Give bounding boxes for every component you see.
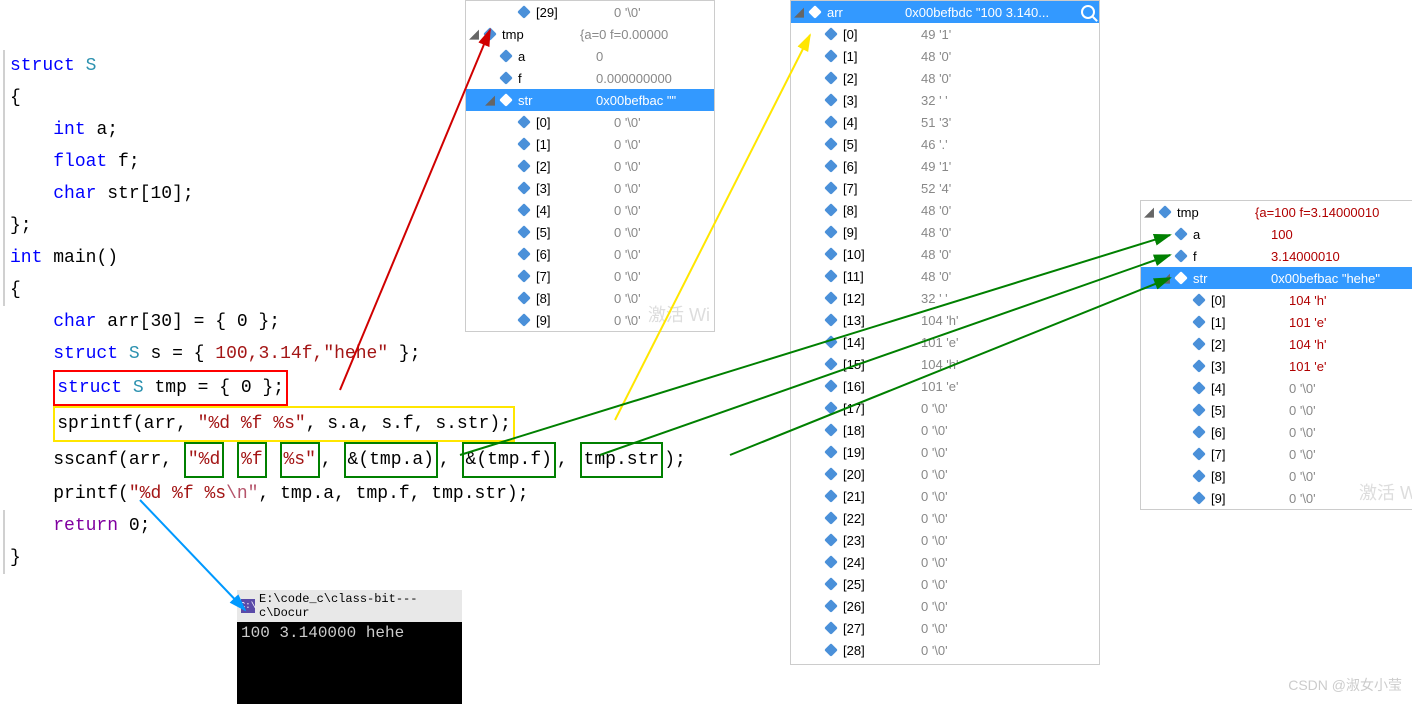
watch-row[interactable]: [18]0 '\0' (791, 419, 1099, 441)
watch-row[interactable]: [23]0 '\0' (791, 529, 1099, 551)
watch-row[interactable]: [6]0 '\0' (466, 243, 714, 265)
watch-row[interactable]: f0.000000000 (466, 67, 714, 89)
watch-row[interactable]: [1]48 '0' (791, 45, 1099, 67)
watch-row-tmp[interactable]: ◢tmp{a=0 f=0.00000 (466, 23, 714, 45)
highlight-tmp-a: &(tmp.a) (344, 442, 438, 478)
watch-row[interactable]: [26]0 '\0' (791, 595, 1099, 617)
watch-row[interactable]: [16]101 'e' (791, 375, 1099, 397)
watch-row[interactable]: [27]0 '\0' (791, 617, 1099, 639)
watch-row[interactable]: [29]0 '\0' (791, 661, 1099, 665)
watch-row[interactable]: f3.14000010 (1141, 245, 1412, 267)
console-window[interactable]: C:\E:\code_c\class-bit---c\Docur 100 3.1… (237, 590, 462, 704)
watch-row[interactable]: [3]0 '\0' (466, 177, 714, 199)
watch-row[interactable]: [12]32 ' ' (791, 287, 1099, 309)
watch-row-tmp[interactable]: ◢tmp{a=100 f=3.14000010 (1141, 201, 1412, 223)
watch-row[interactable]: [7]52 '4' (791, 177, 1099, 199)
watch-row[interactable]: [19]0 '\0' (791, 441, 1099, 463)
watch-row[interactable]: [0]49 '1' (791, 23, 1099, 45)
watch-row[interactable]: [2]48 '0' (791, 67, 1099, 89)
watch-row[interactable]: [13]104 'h' (791, 309, 1099, 331)
watch-row[interactable]: a100 (1141, 223, 1412, 245)
watch-row[interactable]: [21]0 '\0' (791, 485, 1099, 507)
watch-row[interactable]: [7]0 '\0' (1141, 443, 1412, 465)
watch-row-arr-selected[interactable]: ◢arr0x00befbdc "100 3.140... (791, 1, 1099, 23)
watch-row[interactable]: [10]48 '0' (791, 243, 1099, 265)
watch-row[interactable]: [4]51 '3' (791, 111, 1099, 133)
highlight-yellow: sprintf(arr, "%d %f %s", s.a, s.f, s.str… (53, 406, 515, 442)
watch-row[interactable]: [7]0 '\0' (466, 265, 714, 287)
watch-row-str-selected[interactable]: ◢str0x00befbac "" (466, 89, 714, 111)
watch-row[interactable]: [29]0 '\0' (466, 1, 714, 23)
watch-row[interactable]: a0 (466, 45, 714, 67)
watch-row[interactable]: [14]101 'e' (791, 331, 1099, 353)
watch-row[interactable]: [3]32 ' ' (791, 89, 1099, 111)
watch-panel-tmp-after[interactable]: ◢tmp{a=100 f=3.14000010 a100 f3.14000010… (1140, 200, 1412, 510)
watch-row[interactable]: [24]0 '\0' (791, 551, 1099, 573)
watch-row[interactable]: [25]0 '\0' (791, 573, 1099, 595)
console-title-bar[interactable]: C:\E:\code_c\class-bit---c\Docur (237, 590, 462, 622)
watch-row[interactable]: [2]0 '\0' (466, 155, 714, 177)
magnifier-icon[interactable] (1081, 5, 1095, 19)
console-output: 100 3.140000 hehe (237, 622, 462, 704)
watch-row[interactable]: [5]0 '\0' (466, 221, 714, 243)
watermark: 激活 Windo (1359, 479, 1412, 505)
watch-row[interactable]: [9]48 '0' (791, 221, 1099, 243)
watch-row[interactable]: [1]101 'e' (1141, 311, 1412, 333)
watch-row[interactable]: [4]0 '\0' (466, 199, 714, 221)
watch-row[interactable]: [11]48 '0' (791, 265, 1099, 287)
watch-row[interactable]: [3]101 'e' (1141, 355, 1412, 377)
watch-row[interactable]: [5]46 '.' (791, 133, 1099, 155)
watermark: 激活 Wi (648, 301, 710, 327)
watch-row[interactable]: [22]0 '\0' (791, 507, 1099, 529)
watch-row[interactable]: [8]48 '0' (791, 199, 1099, 221)
watch-row[interactable]: [15]104 'h' (791, 353, 1099, 375)
watch-row[interactable]: [28]0 '\0' (791, 639, 1099, 661)
watch-row[interactable]: [0]0 '\0' (466, 111, 714, 133)
watch-row[interactable]: [0]104 'h' (1141, 289, 1412, 311)
watch-row[interactable]: [2]104 'h' (1141, 333, 1412, 355)
watch-row-str-selected[interactable]: ◢str0x00befbac "hehe" (1141, 267, 1412, 289)
watch-panel-tmp-before[interactable]: [29]0 '\0' ◢tmp{a=0 f=0.00000 a0 f0.0000… (465, 0, 715, 332)
expander-icon[interactable]: ◢ (468, 26, 480, 42)
watch-row[interactable]: [4]0 '\0' (1141, 377, 1412, 399)
watch-row[interactable]: [20]0 '\0' (791, 463, 1099, 485)
highlight-red: struct S tmp = { 0 }; (53, 370, 288, 406)
highlight-fmt-d: "%d (184, 442, 224, 478)
watch-panel-arr[interactable]: ◢arr0x00befbdc "100 3.140... [0]49 '1'[1… (790, 0, 1100, 665)
watch-row[interactable]: [1]0 '\0' (466, 133, 714, 155)
console-icon: C:\ (241, 599, 255, 613)
watch-row[interactable]: [6]0 '\0' (1141, 421, 1412, 443)
csdn-watermark: CSDN @淑女小莹 (1288, 675, 1402, 695)
watch-row[interactable]: [6]49 '1' (791, 155, 1099, 177)
watch-row[interactable]: [5]0 '\0' (1141, 399, 1412, 421)
watch-row[interactable]: [17]0 '\0' (791, 397, 1099, 419)
